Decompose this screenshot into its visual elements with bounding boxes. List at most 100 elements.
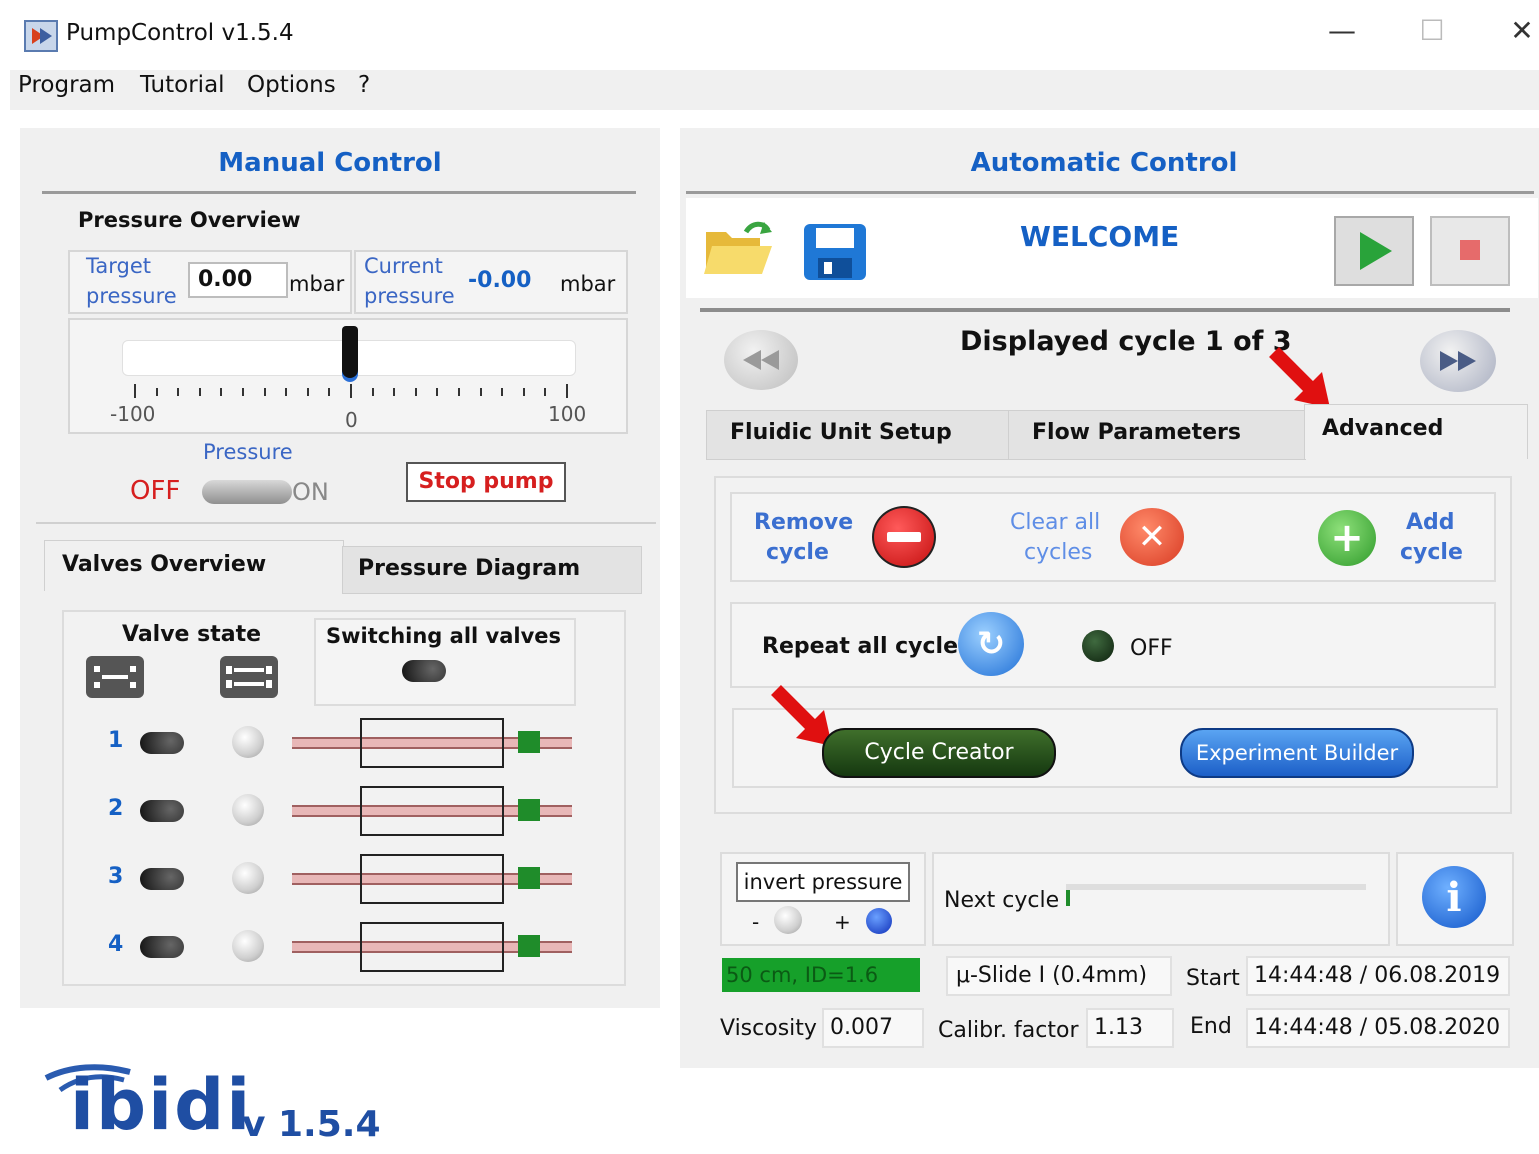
valve-connector-icon — [518, 799, 540, 821]
valve-state-label: Valve state — [122, 622, 262, 647]
displayed-cycle-label: Displayed cycle 1 of 3 — [960, 326, 1292, 357]
valve-indicator — [232, 862, 264, 894]
open-folder-icon[interactable] — [702, 218, 774, 280]
slider-tick — [263, 388, 266, 396]
slider-tick — [371, 388, 374, 396]
play-button[interactable] — [1334, 216, 1414, 286]
remove-cycle-label-2: cycle — [766, 540, 829, 565]
end-value: 14:44:48 / 05.08.2020 — [1246, 1008, 1510, 1048]
valve-connector-icon — [518, 935, 540, 957]
tab-pressure-diagram-label: Pressure Diagram — [358, 556, 581, 581]
slider-tick — [414, 388, 417, 396]
slide-field: μ-Slide I (0.4mm) — [946, 956, 1172, 996]
start-label: Start — [1186, 966, 1240, 991]
stop-pump-button[interactable]: Stop pump — [406, 462, 566, 502]
slider-tick — [458, 388, 460, 396]
automatic-control-header: Automatic Control — [970, 148, 1238, 178]
slider-tick — [306, 388, 309, 396]
valve-switch[interactable] — [140, 868, 184, 890]
slider-max-label: 100 — [548, 402, 587, 426]
slider-tick — [285, 388, 288, 396]
save-icon[interactable] — [802, 222, 868, 282]
pressure-overview-title: Pressure Overview — [78, 208, 301, 232]
current-pressure-value: -0.00 — [468, 268, 532, 293]
invert-plus-label: + — [834, 910, 851, 934]
target-pressure-label-1: Target — [86, 254, 151, 278]
menu-options[interactable]: Options — [247, 72, 336, 98]
add-cycle-label-1: Add — [1406, 510, 1455, 535]
cycle-creator-button[interactable]: Cycle Creator — [822, 728, 1056, 778]
window-title: PumpControl v1.5.4 — [66, 20, 294, 46]
next-cycle-button[interactable] — [1420, 330, 1496, 392]
next-cycle-label: Next cycle — [944, 888, 1060, 913]
clear-all-cycles-label-2: cycles — [1024, 540, 1093, 565]
valve-indicator — [232, 930, 264, 962]
remove-cycle-icon[interactable] — [872, 506, 936, 568]
valve-number: 4 — [108, 932, 124, 957]
menu-help[interactable]: ? — [358, 72, 370, 98]
valve-state-closed-icon[interactable] — [86, 656, 144, 698]
remove-cycle-label-1: Remove — [754, 510, 854, 535]
ibidi-version: v 1.5.4 — [242, 1104, 381, 1145]
previous-cycle-button[interactable] — [724, 330, 798, 390]
slider-tick — [501, 388, 504, 396]
target-pressure-input[interactable]: 0.00 — [188, 262, 288, 298]
minimize-button[interactable]: — — [1320, 14, 1364, 47]
menu-tutorial[interactable]: Tutorial — [140, 72, 225, 98]
slider-mid-label: 0 — [345, 408, 358, 432]
start-value: 14:44:48 / 06.08.2019 — [1246, 956, 1510, 996]
stop-button[interactable] — [1430, 216, 1510, 286]
target-pressure-unit: mbar — [289, 272, 345, 296]
slider-tick — [220, 388, 223, 396]
tab-advanced-label: Advanced — [1322, 416, 1444, 441]
valve-switch[interactable] — [140, 936, 184, 958]
invert-minus-radio[interactable] — [774, 906, 802, 934]
switch-all-valves-toggle[interactable] — [402, 660, 446, 682]
slider-min-label: -100 — [110, 402, 156, 426]
repeat-all-cycles-label: Repeat all cycles — [762, 634, 972, 659]
slider-tick — [177, 388, 180, 396]
slider-tick — [544, 388, 547, 396]
valve-number: 2 — [108, 796, 124, 821]
clear-all-cycles-label-1: Clear all — [1010, 510, 1101, 535]
app-icon — [24, 20, 58, 52]
pressure-off-label: OFF — [130, 476, 181, 506]
repeat-status-led — [1082, 630, 1114, 662]
current-pressure-label-1: Current — [364, 254, 443, 278]
repeat-all-cycles-icon[interactable]: ↻ — [958, 612, 1024, 676]
valve-state-open-icon[interactable] — [220, 656, 278, 698]
pressure-toggle[interactable] — [202, 480, 292, 504]
slider-tick — [328, 388, 331, 396]
slider-tick — [479, 388, 482, 396]
calibr-factor-label: Calibr. factor — [938, 1018, 1079, 1043]
end-label: End — [1190, 1014, 1232, 1039]
valve-body — [360, 854, 504, 904]
info-icon[interactable]: i — [1422, 866, 1486, 928]
slider-handle[interactable] — [342, 326, 358, 378]
slider-tick — [393, 388, 396, 396]
repeat-status-text: OFF — [1130, 636, 1173, 661]
valve-switch[interactable] — [140, 800, 184, 822]
welcome-text: WELCOME — [1020, 220, 1180, 253]
calibr-factor-value: 1.13 — [1086, 1008, 1174, 1048]
clear-all-cycles-icon[interactable]: ✕ — [1120, 508, 1184, 566]
ibidi-brand: ibidi — [70, 1064, 253, 1146]
add-cycle-icon[interactable]: + — [1318, 510, 1376, 566]
close-button[interactable]: ✕ — [1500, 14, 1539, 47]
valve-number: 1 — [108, 728, 124, 753]
slider-tick — [350, 384, 352, 398]
auto-cycle-rule — [700, 308, 1510, 312]
maximize-button[interactable]: ☐ — [1410, 14, 1454, 47]
valve-switch[interactable] — [140, 732, 184, 754]
experiment-builder-button[interactable]: Experiment Builder — [1180, 728, 1414, 778]
menu-bar — [10, 70, 1539, 110]
invert-plus-radio[interactable] — [866, 908, 892, 934]
auto-header-rule — [686, 191, 1534, 194]
next-cycle-progress — [1066, 884, 1366, 890]
valve-indicator — [232, 794, 264, 826]
invert-pressure-button[interactable]: invert pressure — [736, 862, 910, 902]
slider-tick — [566, 384, 568, 398]
tab-fluidic-label: Fluidic Unit Setup — [730, 420, 952, 445]
menu-program[interactable]: Program — [18, 72, 115, 98]
current-pressure-unit: mbar — [560, 272, 616, 296]
